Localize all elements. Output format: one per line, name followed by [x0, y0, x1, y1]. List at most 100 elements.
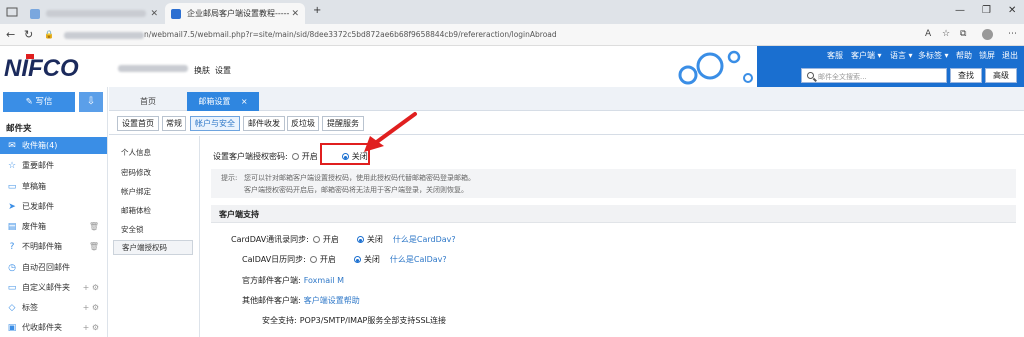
empty-folder-icon[interactable]: 🗑: [89, 222, 99, 231]
subtab-reminders[interactable]: 提醒服务: [322, 116, 364, 131]
inbox-icon: ✉: [8, 140, 16, 151]
carddav-off-radio[interactable]: [356, 236, 364, 243]
url-field[interactable]: n/webmail7.5/webmail.php?r=site/main/sid…: [60, 27, 960, 43]
lock-icon[interactable]: 🔒: [44, 30, 54, 39]
advanced-search-button[interactable]: 高级: [985, 68, 1017, 83]
tab-favicon-icon: [30, 8, 40, 19]
lock-screen-link[interactable]: 锁屏: [979, 50, 995, 61]
folder-important[interactable]: ☆ 重要邮件: [0, 157, 107, 174]
new-tab-icon[interactable]: +: [313, 5, 321, 16]
customer-service-link[interactable]: 客服: [827, 50, 843, 61]
caldav-off-label[interactable]: 关闭: [364, 254, 380, 265]
restore-icon[interactable]: ❐: [982, 5, 991, 16]
auth-on-radio[interactable]: [291, 153, 299, 160]
subtab-account-security[interactable]: 帐户与安全: [190, 116, 240, 131]
favorite-icon[interactable]: ☆: [942, 29, 950, 39]
collections-icon[interactable]: ⧉: [960, 29, 966, 39]
folder-sent[interactable]: ➤ 已发邮件: [0, 198, 107, 215]
nav-account-binding[interactable]: 帐户绑定: [121, 186, 151, 197]
folders-title: 邮件夹: [6, 124, 32, 134]
folder-label: 重要邮件: [22, 161, 54, 170]
draft-icon: ▭: [7, 181, 17, 192]
nav-mailbox-check[interactable]: 邮箱体检: [121, 205, 151, 216]
carddav-on-label[interactable]: 开启: [323, 234, 339, 245]
minimize-icon[interactable]: —: [955, 5, 965, 16]
star-icon: ☆: [7, 160, 17, 171]
folder-label: 已发邮件: [22, 202, 54, 211]
caldav-label: CalDAV日历同步:: [242, 255, 306, 264]
logout-link[interactable]: 退出: [1002, 50, 1018, 61]
subtab-general[interactable]: 常规: [162, 116, 186, 131]
settings-link[interactable]: 设置: [215, 65, 231, 76]
folder-inbox[interactable]: ✉ 收件箱(4): [0, 137, 107, 154]
search-button[interactable]: 查找: [950, 68, 982, 83]
nav-security-lock[interactable]: 安全锁: [121, 224, 144, 235]
hint-line-1: 您可以针对邮箱客户端设置授权码，使用此授权码代替邮箱密码登录邮箱。: [244, 174, 475, 182]
browser-tab-2[interactable]: 企业邮局客户端设置教程----- 帮助中心 ✕: [165, 3, 305, 24]
close-tab-icon[interactable]: ✕: [150, 9, 158, 19]
nav-client-auth-code[interactable]: 客户端授权码: [113, 240, 193, 255]
refresh-icon[interactable]: ↻: [24, 28, 33, 41]
caldav-off-radio[interactable]: [353, 256, 361, 263]
security-label: 安全支持:: [262, 316, 297, 325]
caldav-help-link[interactable]: 什么是CalDav?: [390, 254, 447, 265]
carddav-help-link[interactable]: 什么是CardDav?: [393, 234, 456, 245]
official-client-link[interactable]: Foxmail M: [304, 276, 344, 285]
folder-label: 代收邮件夹: [22, 323, 62, 332]
caldav-on-radio[interactable]: [309, 256, 317, 263]
search-input[interactable]: 邮件全文搜索...: [801, 68, 947, 83]
tab-mailbox-settings[interactable]: 邮箱设置 ×: [187, 92, 259, 111]
switch-skin-link[interactable]: 换肤: [194, 65, 210, 76]
account-settings-nav: 个人信息 密码修改 帐户绑定 邮箱体检 安全锁 客户端授权码: [109, 136, 200, 337]
folder-custom[interactable]: ▭ 自定义邮件夹 + ⚙: [0, 279, 107, 296]
folder-label: 废件箱: [22, 222, 46, 231]
carddav-off-label[interactable]: 关闭: [367, 234, 383, 245]
folder-actions[interactable]: + ⚙: [83, 323, 99, 332]
close-tab-icon[interactable]: ✕: [291, 9, 299, 19]
nav-personal-info[interactable]: 个人信息: [121, 147, 151, 158]
nav-change-password[interactable]: 密码修改: [121, 167, 151, 178]
clock-icon: ◷: [8, 262, 16, 273]
subtab-mail-send-receive[interactable]: 邮件收发: [243, 116, 285, 131]
tab-home[interactable]: 首页: [109, 92, 187, 111]
language-menu[interactable]: 语言 ▾: [890, 50, 913, 61]
folder-auto-recall[interactable]: ◷ 自动召回邮件: [0, 259, 107, 276]
close-tab-icon[interactable]: ×: [241, 97, 248, 106]
caldav-on-label[interactable]: 开启: [320, 254, 336, 265]
browser-address-bar: ← ↻ 🔒 n/webmail7.5/webmail.php?r=site/ma…: [0, 24, 1024, 46]
security-value: POP3/SMTP/IMAP服务全部支持SSL连接: [299, 316, 446, 325]
download-icon: ⇩: [86, 96, 96, 107]
folder-drafts[interactable]: ▭ 草稿箱: [0, 178, 107, 195]
subtab-settings-home[interactable]: 设置首页: [117, 116, 159, 131]
annotation-arrow-icon: [364, 112, 417, 152]
window-icon[interactable]: [6, 6, 18, 18]
empty-folder-icon[interactable]: 🗑: [89, 242, 99, 251]
client-setup-help-link[interactable]: 客户端设置帮助: [304, 295, 360, 306]
url-text: n/webmail7.5/webmail.php?r=site/main/sid…: [64, 30, 557, 39]
security-row: 安全支持: POP3/SMTP/IMAP服务全部支持SSL连接: [262, 315, 446, 326]
folder-unknown[interactable]: ? 不明邮件箱 🗑: [0, 238, 107, 255]
folder-trash[interactable]: ▤ 废件箱 🗑: [0, 218, 107, 235]
auth-on-label[interactable]: 开启: [302, 151, 318, 162]
browser-tab-1[interactable]: ✕: [24, 3, 164, 24]
tab-favicon-icon: [171, 8, 181, 19]
multi-tab-menu[interactable]: 多标签 ▾: [918, 50, 949, 61]
client-menu[interactable]: 客户端 ▾: [851, 50, 882, 61]
profile-avatar[interactable]: [982, 29, 993, 40]
hint-label: 提示:: [221, 174, 238, 182]
content-tab-bar: 首页 邮箱设置 ×: [109, 87, 1024, 111]
carddav-on-radio[interactable]: [312, 236, 320, 243]
close-window-icon[interactable]: ✕: [1008, 5, 1016, 16]
folder-tags[interactable]: ◇ 标签 + ⚙: [0, 299, 107, 316]
read-aloud-icon[interactable]: A: [925, 29, 931, 39]
back-icon[interactable]: ←: [6, 28, 15, 41]
help-link[interactable]: 帮助: [956, 50, 972, 61]
more-icon[interactable]: ⋯: [1008, 29, 1017, 39]
decorative-circles-icon: [678, 50, 753, 85]
subtab-anti-spam[interactable]: 反垃圾: [287, 116, 319, 131]
receive-mail-button[interactable]: ⇩: [79, 92, 103, 112]
compose-button[interactable]: ✎ 写信: [3, 92, 75, 112]
folder-actions[interactable]: + ⚙: [83, 303, 99, 312]
folder-actions[interactable]: + ⚙: [83, 283, 99, 292]
folder-collect[interactable]: ▣ 代收邮件夹 + ⚙: [0, 319, 107, 336]
